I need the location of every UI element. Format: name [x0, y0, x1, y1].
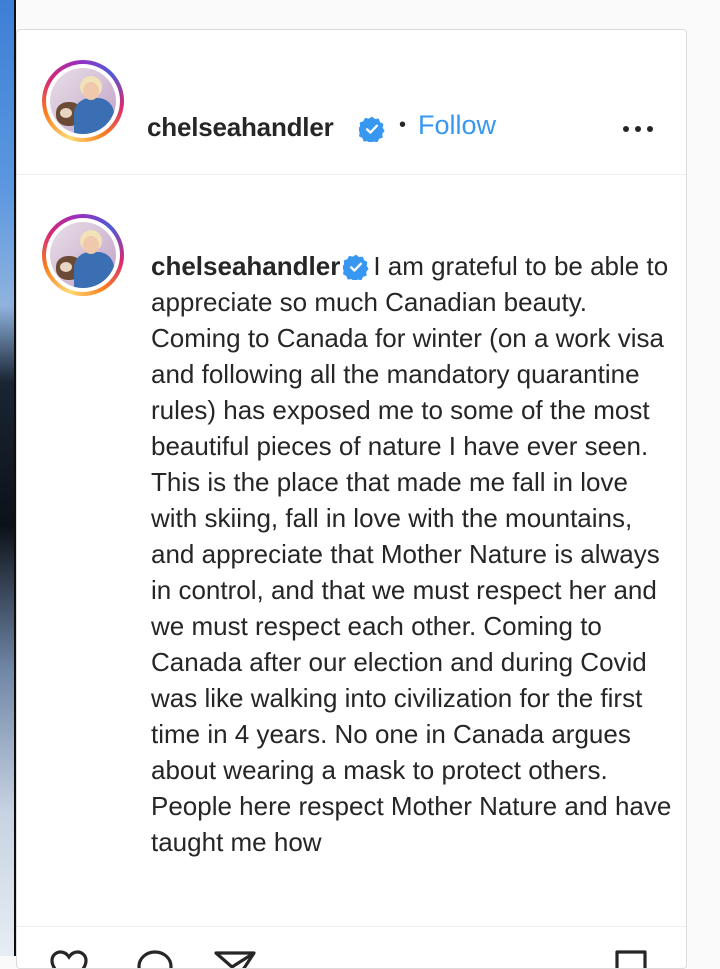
follow-button[interactable]: Follow — [418, 110, 496, 141]
verified-badge-icon — [343, 254, 369, 280]
share-icon[interactable] — [213, 949, 257, 969]
header-separator: • — [399, 114, 407, 136]
more-options-icon[interactable] — [623, 126, 655, 134]
post-action-bar — [17, 926, 686, 969]
verified-badge-icon — [359, 116, 385, 142]
bookmark-icon[interactable] — [613, 949, 649, 969]
caption-username[interactable]: chelseahandler — [151, 251, 340, 281]
avatar-image — [50, 222, 116, 288]
caption-text: I am grateful to be able to appreciate s… — [151, 251, 672, 857]
profile-avatar[interactable] — [42, 60, 124, 142]
avatar-image — [50, 68, 116, 134]
post-header: chelseahandler • Follow — [17, 30, 686, 175]
caption-avatar[interactable] — [42, 214, 124, 296]
post-caption: chelseahandler I am grateful to be able … — [151, 248, 681, 860]
heart-icon[interactable] — [49, 949, 89, 969]
post-card: chelseahandler • Follow chelseahandler I… — [16, 29, 687, 969]
comment-icon[interactable] — [135, 949, 175, 969]
background-photo-edge — [0, 0, 16, 956]
post-username[interactable]: chelseahandler — [147, 112, 334, 143]
